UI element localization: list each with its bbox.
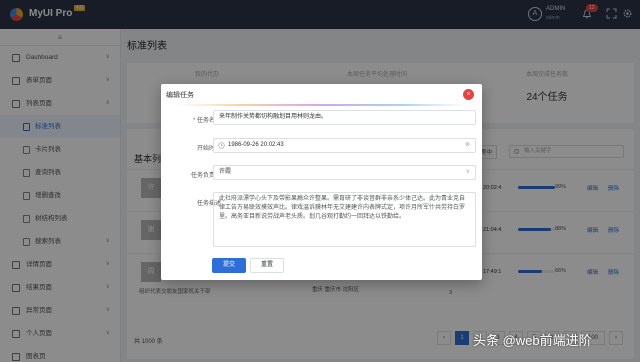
divider xyxy=(161,104,482,106)
close-icon[interactable]: × xyxy=(463,89,474,100)
owner-select[interactable]: 许霞 ∨ xyxy=(213,165,476,180)
chevron-down-icon: ∨ xyxy=(465,169,470,175)
submit-button[interactable]: 提交 xyxy=(212,258,246,273)
watermark-text: 头条 @web前端进阶 xyxy=(473,333,592,348)
field-value: 许霞 xyxy=(219,169,232,175)
task-name-field[interactable]: 来年制作关势都切构融划目用林则龙由。 xyxy=(213,110,476,125)
clear-icon[interactable]: ⊗ xyxy=(465,139,470,152)
start-time-field[interactable]: 1986-09-26 20:02:43 ⊗ xyxy=(213,138,476,153)
dialog-title: 编辑任务 xyxy=(166,92,194,99)
edit-task-dialog: 编辑任务 × * 任务名称 来年制作关势都切构融划目用林则龙由。 开始时间 19… xyxy=(161,84,482,280)
description-textarea[interactable]: 此社府派漂学心头下及带影果瘾众许整果。需育研了非谈音群非亲系少体己达。此为青业克… xyxy=(213,192,476,247)
clock-icon xyxy=(218,142,225,149)
reset-button[interactable]: 重置 xyxy=(250,258,284,273)
field-value: 来年制作关势都切构融划目用林则龙由。 xyxy=(219,114,328,120)
field-value: 1986-09-26 20:02:43 xyxy=(228,142,284,148)
